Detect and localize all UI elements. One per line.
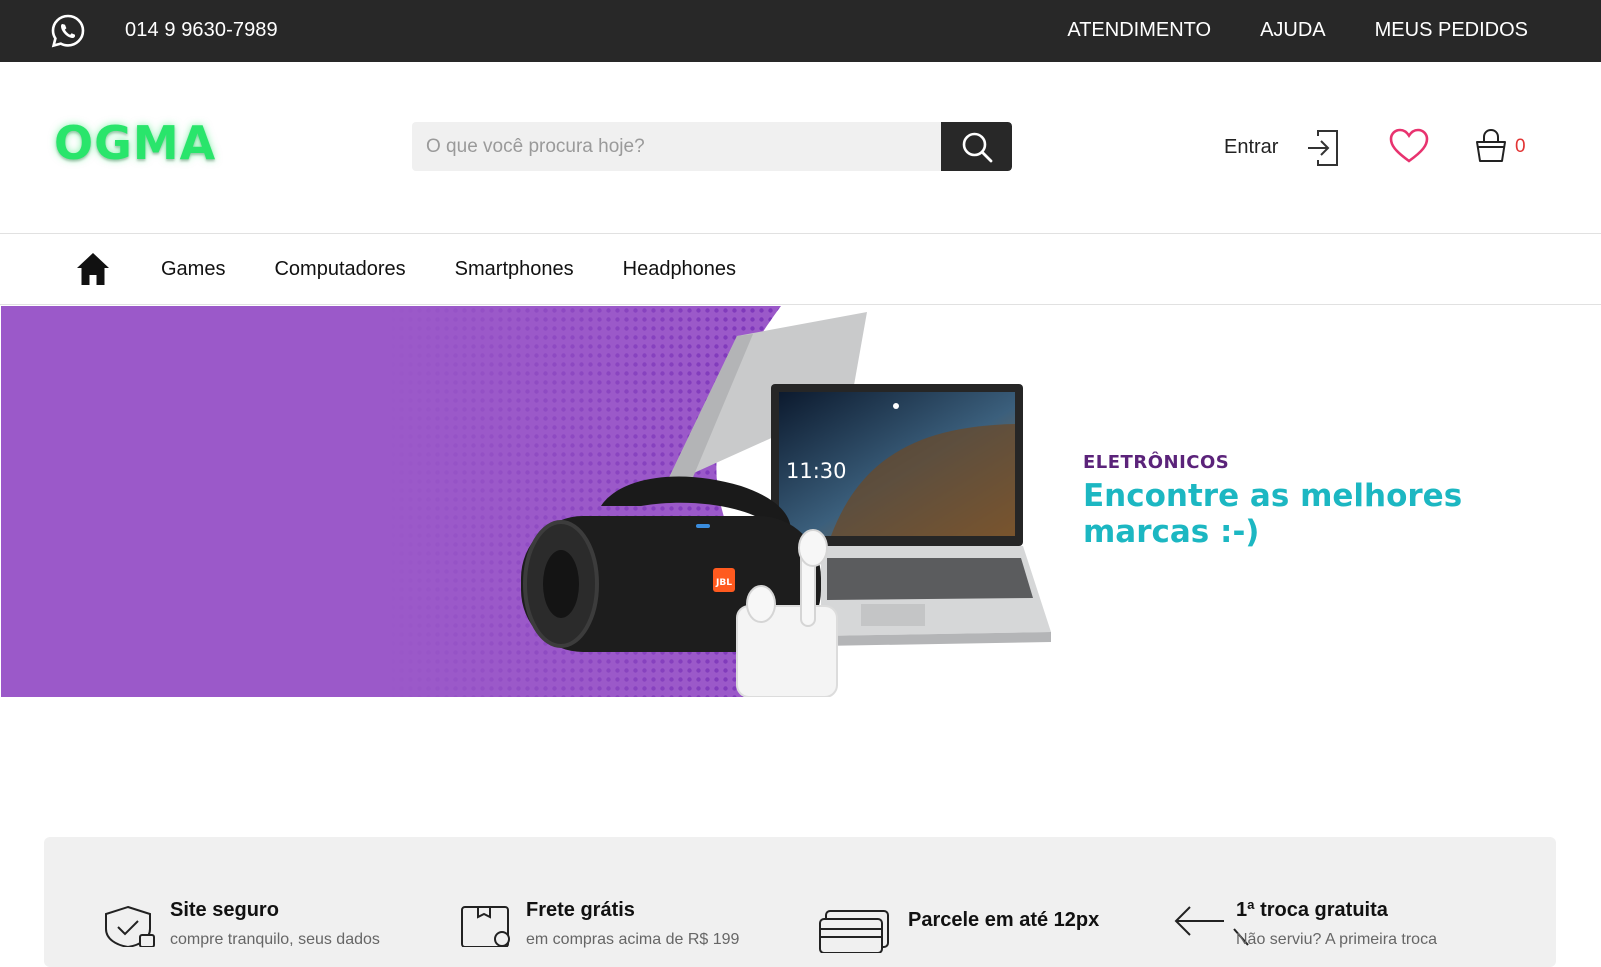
banner-kicker: ELETRÔNICOS xyxy=(1083,452,1230,473)
feature-title: Site seguro xyxy=(170,899,279,921)
whatsapp-icon[interactable] xyxy=(50,13,86,49)
speaker-brand: JBL xyxy=(715,578,732,588)
cart-count[interactable]: 0 xyxy=(1515,136,1526,158)
nav-item-games[interactable]: Games xyxy=(161,258,225,281)
feature-text: Não serviu? A primeira troca xyxy=(1236,931,1437,948)
feature-title: Parcele em até 12px xyxy=(908,909,1100,931)
banner-title: Encontre as melhores marcas :-) xyxy=(1083,478,1463,550)
category-nav: Games Computadores Smartphones Headphone… xyxy=(0,233,1601,305)
hero-banner[interactable]: 11:30 JBL ELETRÔNICOS Encontre as melhor… xyxy=(1,306,1601,697)
login-link[interactable]: Entrar xyxy=(1224,136,1278,159)
feature-parcele: Parcele em até 12px xyxy=(818,837,1138,953)
home-icon[interactable] xyxy=(75,251,111,287)
link-atendimento[interactable]: ATENDIMENTO xyxy=(1067,19,1211,42)
feature-title: Frete grátis xyxy=(526,899,635,921)
cards-icon xyxy=(819,910,889,953)
feature-frete-gratis: Frete grátis em compras acima de R$ 199 xyxy=(460,837,780,948)
shopping-basket-icon[interactable] xyxy=(1475,128,1507,164)
login-icon[interactable] xyxy=(1306,129,1340,167)
search-button[interactable] xyxy=(941,122,1012,171)
search-input[interactable] xyxy=(412,122,942,171)
search-bar xyxy=(412,122,1012,171)
shield-check-icon xyxy=(105,905,155,947)
nav-item-computadores[interactable]: Computadores xyxy=(274,258,405,281)
search-icon xyxy=(962,132,992,162)
feature-text: em compras acima de R$ 199 xyxy=(526,931,740,948)
feature-text: compre tranquilo, seus dados xyxy=(170,931,380,948)
nav-items: Games Computadores Smartphones Headphone… xyxy=(161,258,736,281)
link-meus-pedidos[interactable]: MEUS PEDIDOS xyxy=(1375,19,1528,42)
feature-site-seguro: Site seguro compre tranquilo, seus dados xyxy=(104,837,404,948)
feature-troca-gratuita: 1ª troca gratuita Não serviu? A primeira… xyxy=(1174,837,1514,948)
site-header: OGMA Entrar 0 xyxy=(0,62,1601,233)
heart-icon[interactable] xyxy=(1389,128,1429,164)
logo[interactable]: OGMA xyxy=(54,116,216,170)
laptop-clock: 11:30 xyxy=(786,459,847,483)
top-links: ATENDIMENTO AJUDA MEUS PEDIDOS xyxy=(1067,19,1528,42)
features-strip: Site seguro compre tranquilo, seus dados… xyxy=(44,837,1556,967)
top-bar: 014 9 9630-7989 ATENDIMENTO AJUDA MEUS P… xyxy=(0,0,1601,62)
nav-item-smartphones[interactable]: Smartphones xyxy=(455,258,574,281)
box-icon xyxy=(461,906,510,947)
nav-item-headphones[interactable]: Headphones xyxy=(623,258,736,281)
phone-number: 014 9 9630-7989 xyxy=(125,19,278,41)
airpods-case xyxy=(736,605,838,697)
link-ajuda[interactable]: AJUDA xyxy=(1260,19,1326,42)
feature-title: 1ª troca gratuita xyxy=(1236,899,1388,921)
